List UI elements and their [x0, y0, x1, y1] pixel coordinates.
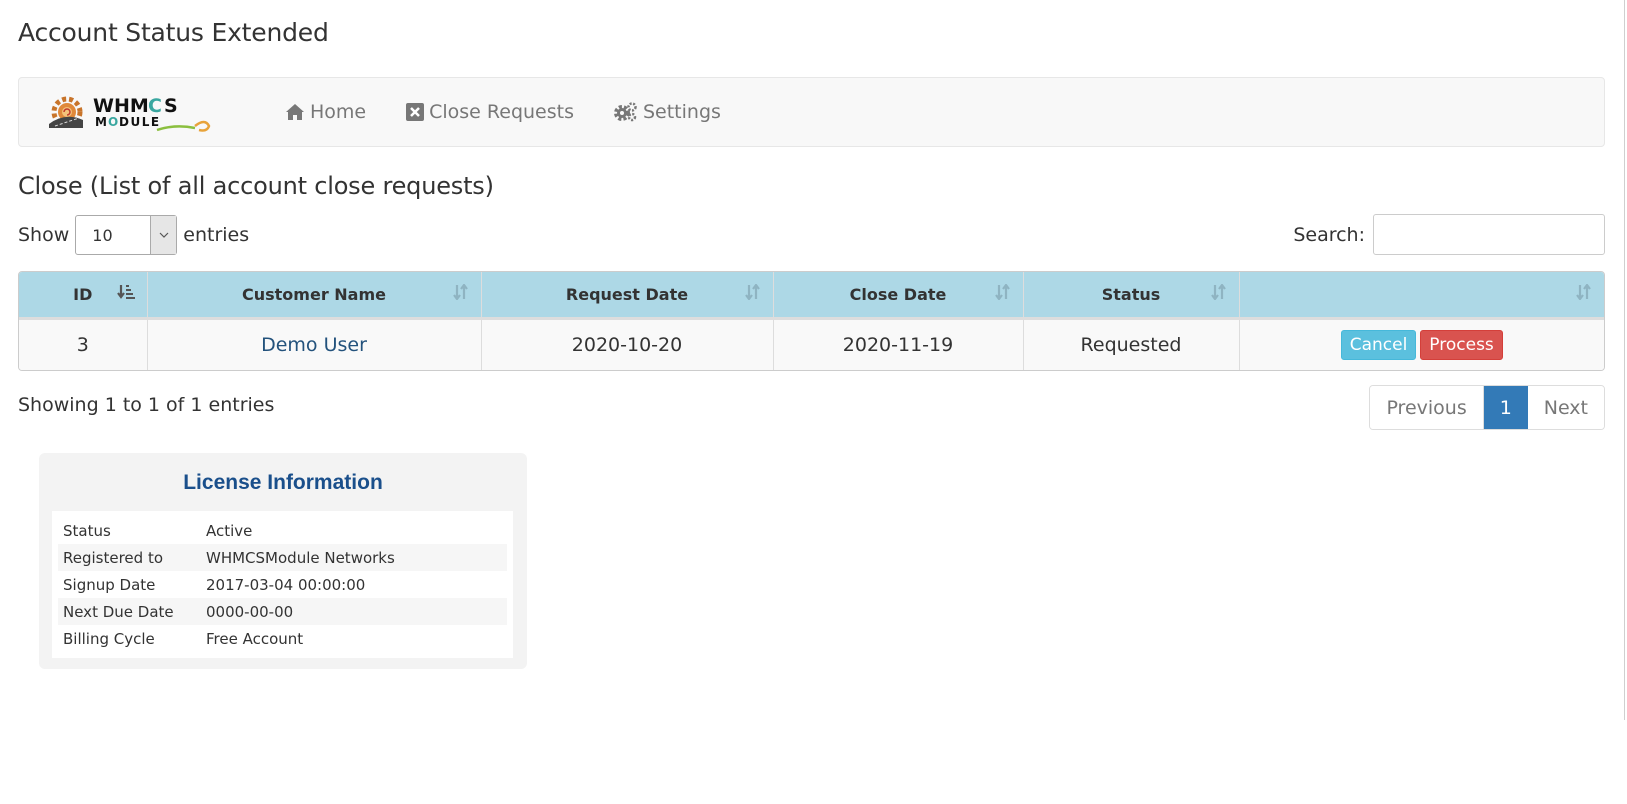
- svg-text:M: M: [95, 115, 108, 129]
- sort-both-icon: [1210, 283, 1227, 304]
- cell-status: Requested: [1023, 318, 1240, 370]
- sort-both-icon: [452, 283, 469, 304]
- logo-icon: WHM C S M O DULE: [49, 95, 211, 132]
- sort-ascending-icon: [116, 284, 135, 304]
- column-label: Customer Name: [242, 284, 386, 304]
- license-label: Billing Cycle: [63, 629, 155, 648]
- entries-length-control: Show 10 entries: [18, 215, 249, 255]
- page-title: Account Status Extended: [18, 18, 329, 47]
- svg-text:O: O: [108, 115, 118, 129]
- svg-text:WHM: WHM: [93, 95, 149, 117]
- license-label: Signup Date: [63, 575, 156, 594]
- column-label: Request Date: [565, 284, 689, 304]
- column-header-request-date[interactable]: Request Date: [481, 272, 774, 320]
- license-information-panel: License Information Status Active Regist…: [39, 453, 527, 669]
- cell-request-date: 2020-10-20: [481, 318, 774, 370]
- entries-select-value: 10: [92, 225, 113, 245]
- column-label: ID: [73, 284, 93, 304]
- column-header-status[interactable]: Status: [1023, 272, 1240, 320]
- search-label: Search:: [1293, 223, 1365, 246]
- pagination: Previous 1 Next: [1369, 385, 1605, 430]
- close-square-icon: [406, 103, 425, 121]
- gears-icon: [613, 102, 637, 122]
- table-header-row: ID Customer Name Request Date Close Date…: [19, 272, 1604, 320]
- column-header-close-date[interactable]: Close Date: [773, 272, 1024, 320]
- nav-menu: Home Close Requests Settings: [285, 78, 761, 146]
- license-details: Status Active Registered to WHMCSModule …: [52, 511, 513, 658]
- cell-id: 3: [19, 318, 148, 370]
- search-control: Search:: [1293, 214, 1605, 255]
- nav-item-label: Home: [310, 101, 367, 123]
- entries-per-page-select[interactable]: 10: [75, 215, 178, 255]
- license-value: WHMCSModule Networks: [206, 548, 395, 567]
- chevron-down-icon: [150, 216, 177, 254]
- sort-both-icon: [994, 283, 1011, 304]
- close-requests-table: ID Customer Name Request Date Close Date…: [18, 271, 1605, 371]
- page-1-button[interactable]: 1: [1483, 386, 1528, 429]
- nav-item-home[interactable]: Home: [285, 101, 366, 123]
- license-label: Next Due Date: [63, 602, 174, 621]
- cell-close-date: 2020-11-19: [773, 318, 1024, 370]
- license-value: 0000-00-00: [206, 602, 294, 621]
- svg-text:S: S: [164, 95, 178, 117]
- window-edge-divider: [1624, 0, 1625, 720]
- navbar: WHM C S M O DULE Home Close Requests Set…: [18, 77, 1605, 147]
- column-header-id[interactable]: ID: [19, 272, 148, 320]
- process-button[interactable]: Process: [1420, 329, 1503, 360]
- column-header-customer-name[interactable]: Customer Name: [147, 272, 482, 320]
- table-row: 3 Demo User 2020-10-20 2020-11-19 Reques…: [19, 318, 1604, 370]
- cell-actions: Cancel Process: [1239, 318, 1604, 370]
- show-label: Show: [18, 224, 70, 246]
- license-value: Active: [206, 521, 253, 540]
- svg-text:DULE: DULE: [119, 115, 161, 129]
- entries-label: entries: [183, 224, 250, 246]
- nav-item-close-requests[interactable]: Close Requests: [406, 101, 574, 123]
- license-value: Free Account: [206, 629, 304, 648]
- cancel-button[interactable]: Cancel: [1340, 329, 1417, 360]
- home-icon: [286, 104, 304, 120]
- nav-item-settings[interactable]: Settings: [613, 101, 721, 123]
- column-label: Status: [1101, 284, 1161, 304]
- sort-both-icon: [744, 283, 761, 304]
- license-label: Status: [63, 521, 111, 540]
- whmcs-module-logo[interactable]: WHM C S M O DULE: [45, 90, 217, 134]
- license-row-signup-date: Signup Date 2017-03-04 00:00:00: [58, 571, 507, 598]
- search-input[interactable]: [1373, 214, 1605, 255]
- nav-item-label: Close Requests: [429, 101, 574, 123]
- license-label: Registered to: [63, 548, 164, 567]
- license-row-registered-to: Registered to WHMCSModule Networks: [58, 544, 507, 571]
- license-title: License Information: [183, 471, 383, 494]
- svg-text:C: C: [148, 95, 162, 117]
- table-info: Showing 1 to 1 of 1 entries: [18, 394, 275, 416]
- sort-both-icon: [1576, 283, 1592, 304]
- license-row-status: Status Active: [58, 517, 507, 544]
- license-row-billing-cycle: Billing Cycle Free Account: [58, 625, 507, 652]
- cell-customer-name: Demo User: [147, 318, 482, 370]
- license-value: 2017-03-04 00:00:00: [206, 575, 366, 594]
- previous-page-button[interactable]: Previous: [1370, 386, 1484, 429]
- license-row-next-due-date: Next Due Date 0000-00-00: [58, 598, 507, 625]
- section-title: Close (List of all account close request…: [18, 172, 494, 200]
- next-page-button[interactable]: Next: [1527, 386, 1604, 429]
- nav-item-label: Settings: [642, 101, 721, 123]
- column-label: Close Date: [849, 284, 947, 304]
- column-header-actions[interactable]: [1239, 272, 1604, 320]
- customer-link[interactable]: Demo User: [261, 334, 367, 356]
